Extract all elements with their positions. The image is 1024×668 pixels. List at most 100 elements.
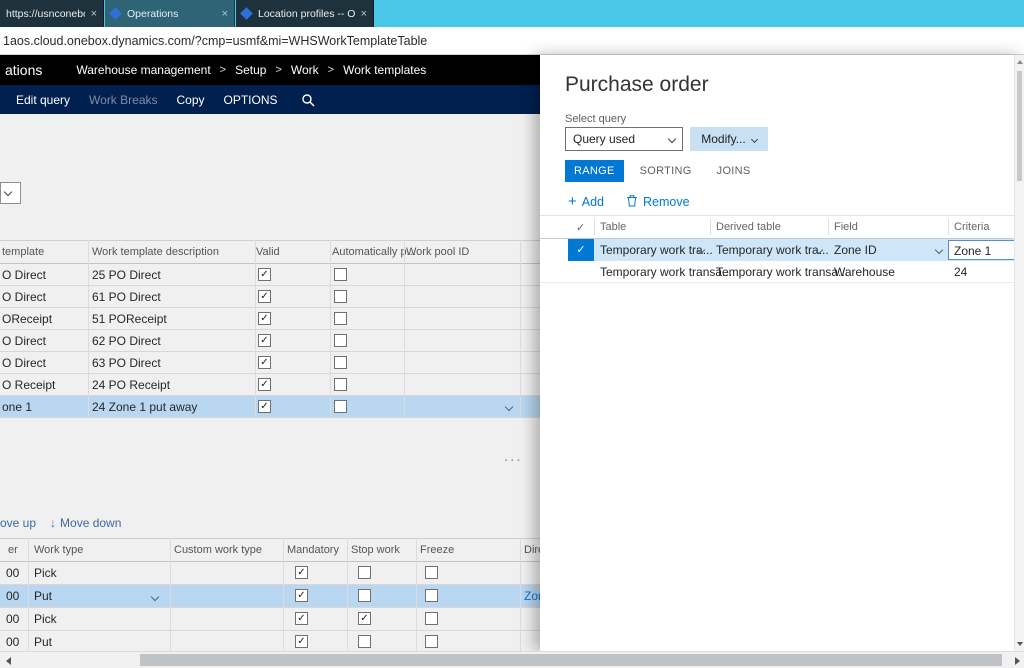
cell-derived-table[interactable]: Temporary work tra... xyxy=(716,243,829,257)
criteria-input[interactable]: Zone 1 xyxy=(948,240,1020,260)
search-icon[interactable] xyxy=(301,93,315,107)
checkbox-auto[interactable] xyxy=(334,356,347,369)
col-seq[interactable]: er xyxy=(8,544,18,556)
select-query-combobox[interactable]: Query used xyxy=(565,127,683,151)
col-table[interactable]: Table xyxy=(600,221,626,233)
vertical-scrollbar-thumb[interactable] xyxy=(1017,71,1022,181)
table-row-selected[interactable]: one 1 24 Zone 1 put away xyxy=(0,396,560,418)
checkbox-freeze[interactable] xyxy=(425,635,438,648)
copy-button[interactable]: Copy xyxy=(177,93,205,107)
url-text[interactable]: 1aos.cloud.onebox.dynamics.com/?cmp=usmf… xyxy=(0,34,427,48)
close-icon[interactable] xyxy=(91,8,97,20)
table-row[interactable]: O Direct 61 PO Direct xyxy=(0,286,560,308)
browser-tab-1[interactable]: https://usnconeboxax1ao... xyxy=(0,0,104,27)
cell-criteria[interactable]: 24 xyxy=(954,265,967,279)
checkbox-valid[interactable] xyxy=(258,290,271,303)
checkbox-valid[interactable] xyxy=(258,312,271,325)
table-row[interactable]: OReceipt 51 POReceipt xyxy=(0,308,560,330)
remove-button[interactable]: Remove xyxy=(626,194,690,210)
col-custom-work-type[interactable]: Custom work type xyxy=(174,544,262,556)
chevron-down-icon[interactable] xyxy=(150,592,160,602)
options-menu-button[interactable]: OPTIONS xyxy=(224,93,278,107)
col-work-template[interactable]: template xyxy=(2,246,44,258)
checkbox-auto[interactable] xyxy=(334,268,347,281)
table-row-selected[interactable]: 00 Put Zone 1 xyxy=(0,585,561,608)
checkbox-auto[interactable] xyxy=(334,378,347,391)
tab-range[interactable]: RANGE xyxy=(565,160,624,182)
row-selected-check[interactable] xyxy=(568,239,594,261)
cell-derived-table[interactable]: Temporary work transa... xyxy=(716,265,848,279)
table-row-selected[interactable]: Temporary work tra... Temporary work tra… xyxy=(540,239,1024,261)
cell-field[interactable]: Zone ID xyxy=(834,243,877,257)
checkbox-freeze[interactable] xyxy=(425,566,438,579)
checkbox-auto[interactable] xyxy=(334,334,347,347)
cell-field[interactable]: Warehouse xyxy=(834,265,895,279)
breadcrumb-item[interactable]: Setup xyxy=(235,63,266,77)
filter-combobox-fragment[interactable] xyxy=(0,182,21,204)
address-bar[interactable]: 1aos.cloud.onebox.dynamics.com/?cmp=usmf… xyxy=(0,27,1024,55)
table-row[interactable]: O Direct 62 PO Direct xyxy=(0,330,560,352)
col-description[interactable]: Work template description xyxy=(92,246,219,258)
checkbox-auto[interactable] xyxy=(334,400,347,413)
table-row[interactable]: 00 Put xyxy=(0,631,560,651)
checkbox-stop-work[interactable] xyxy=(358,635,371,648)
collapsed-section-ellipsis[interactable]: ... xyxy=(504,448,523,465)
table-row[interactable]: O Direct 63 PO Direct xyxy=(0,352,560,374)
checkbox-mandatory[interactable] xyxy=(295,635,308,648)
tab-sorting[interactable]: SORTING xyxy=(631,160,701,182)
work-breaks-button: Work Breaks xyxy=(89,92,158,107)
table-row[interactable]: 00 Pick xyxy=(0,608,560,631)
scroll-left-icon[interactable] xyxy=(6,657,11,665)
checkbox-auto[interactable] xyxy=(334,290,347,303)
checkbox-mandatory[interactable] xyxy=(295,566,308,579)
col-criteria[interactable]: Criteria xyxy=(954,221,989,233)
col-valid[interactable]: Valid xyxy=(256,246,280,258)
horizontal-scrollbar-thumb[interactable] xyxy=(140,654,1002,666)
close-icon[interactable] xyxy=(361,8,367,20)
table-row[interactable]: O Receipt 24 PO Receipt xyxy=(0,374,560,396)
checkbox-valid[interactable] xyxy=(258,356,271,369)
checkbox-mandatory[interactable] xyxy=(295,612,308,625)
table-row[interactable]: 00 Pick xyxy=(0,562,560,585)
breadcrumb: Warehouse management Setup Work Work tem… xyxy=(76,63,426,77)
table-row[interactable]: Temporary work transa... Temporary work … xyxy=(540,261,1024,283)
scroll-up-icon[interactable] xyxy=(1017,60,1023,64)
chevron-down-icon[interactable] xyxy=(504,402,514,412)
checkbox-valid[interactable] xyxy=(258,400,271,413)
modify-button[interactable]: Modify... xyxy=(690,127,768,151)
col-field[interactable]: Field xyxy=(834,221,858,233)
checkbox-freeze[interactable] xyxy=(425,612,438,625)
move-up-button[interactable]: ove up xyxy=(0,516,36,530)
scroll-right-icon[interactable] xyxy=(1015,657,1020,665)
tab-joins[interactable]: JOINS xyxy=(708,160,760,182)
col-mandatory[interactable]: Mandatory xyxy=(287,544,339,556)
horizontal-scrollbar[interactable] xyxy=(0,651,1024,668)
vertical-scrollbar[interactable] xyxy=(1014,55,1024,651)
col-derived-table[interactable]: Derived table xyxy=(716,221,781,233)
checkbox-mandatory[interactable] xyxy=(295,589,308,602)
checkbox-stop-work[interactable] xyxy=(358,566,371,579)
checkbox-auto[interactable] xyxy=(334,312,347,325)
checkbox-freeze[interactable] xyxy=(425,589,438,602)
checkbox-stop-work[interactable] xyxy=(358,612,371,625)
breadcrumb-item[interactable]: Work templates xyxy=(343,63,426,77)
col-work-type[interactable]: Work type xyxy=(34,544,83,556)
checkbox-valid[interactable] xyxy=(258,268,271,281)
checkbox-valid[interactable] xyxy=(258,378,271,391)
checkbox-stop-work[interactable] xyxy=(358,589,371,602)
browser-tab-3[interactable]: Location profiles -- Ope... xyxy=(236,0,374,27)
scroll-down-icon[interactable] xyxy=(1017,642,1023,646)
browser-tab-2[interactable]: Operations xyxy=(105,0,235,27)
table-row[interactable]: O Direct 25 PO Direct xyxy=(0,264,560,286)
edit-query-button[interactable]: Edit query xyxy=(16,93,70,107)
breadcrumb-item[interactable]: Work xyxy=(291,63,319,77)
breadcrumb-item[interactable]: Warehouse management xyxy=(76,63,210,77)
add-button[interactable]: Add xyxy=(568,193,604,210)
col-work-pool[interactable]: Work pool ID xyxy=(406,246,469,258)
move-down-button[interactable]: Move down xyxy=(50,516,121,530)
col-freeze[interactable]: Freeze xyxy=(420,544,454,556)
close-icon[interactable] xyxy=(222,8,228,20)
cell-table[interactable]: Temporary work transa... xyxy=(600,265,732,279)
checkbox-valid[interactable] xyxy=(258,334,271,347)
col-stop-work[interactable]: Stop work xyxy=(351,544,400,556)
